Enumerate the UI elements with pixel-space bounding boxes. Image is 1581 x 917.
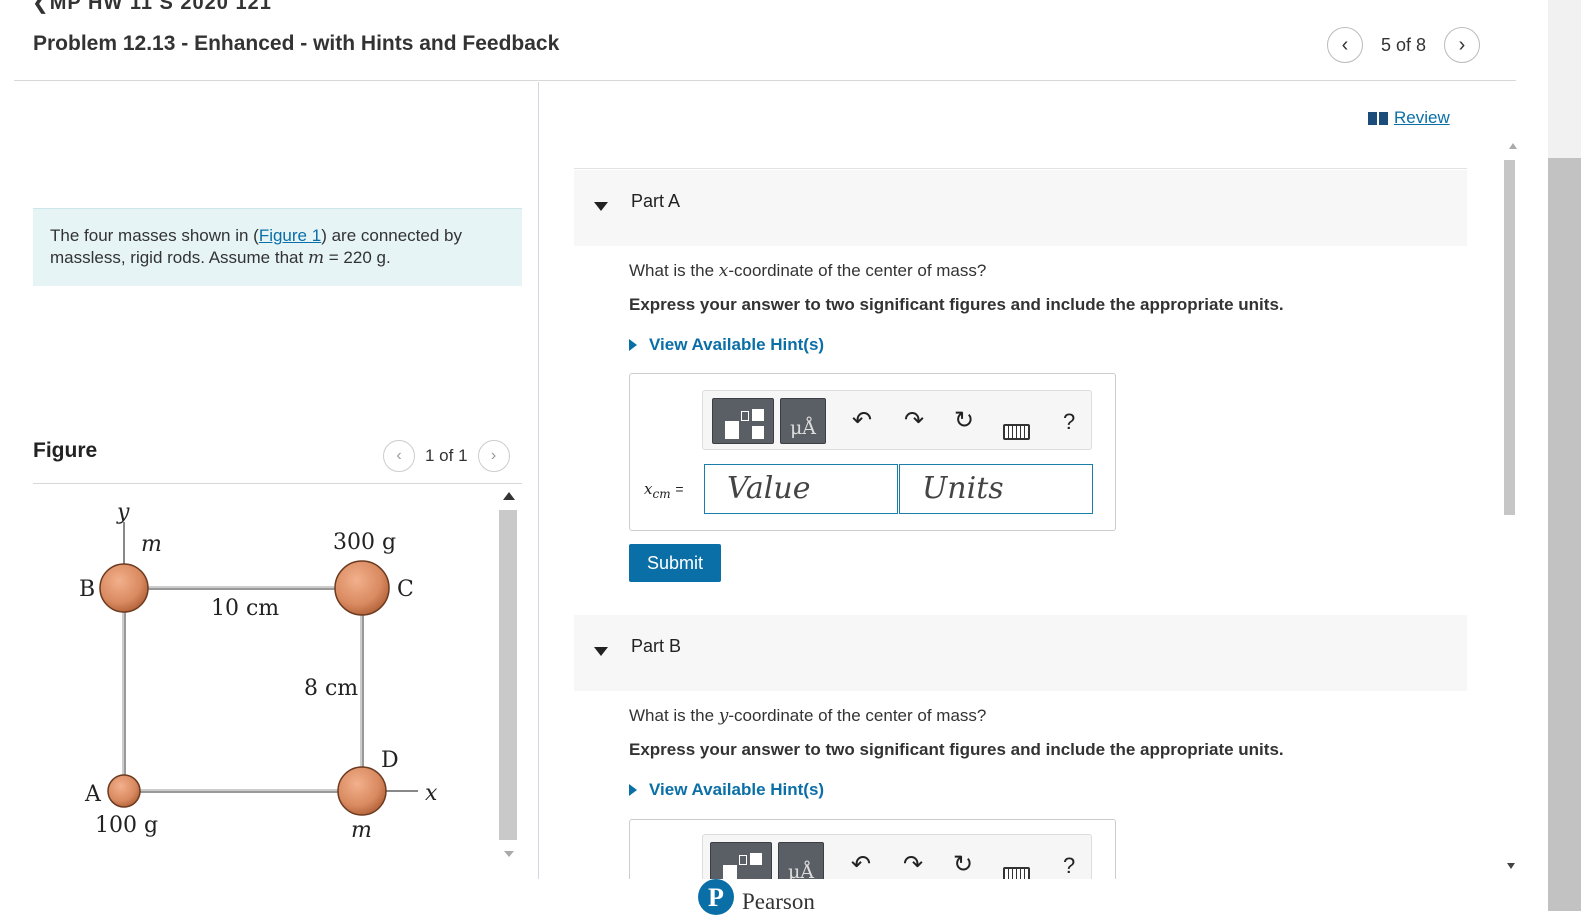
reset-icon[interactable]: ↻ [954, 406, 974, 435]
divider [574, 168, 1467, 169]
question-text: -coordinate of the center of mass? [728, 261, 987, 280]
help-button[interactable]: ? [1063, 409, 1075, 435]
point-label-D: D [381, 748, 399, 773]
mass-D [337, 766, 387, 816]
part-b-hint-toggle[interactable]: View Available Hint(s) [629, 780, 824, 800]
y-axis-label: y [116, 500, 130, 525]
x-axis-label: x [425, 781, 438, 806]
figure-scrollbar[interactable] [497, 486, 521, 869]
redo-icon[interactable]: ↷ [904, 406, 924, 435]
question-var: y [718, 706, 729, 726]
mass-label-m-bottom: m [351, 818, 372, 843]
hint-label: View Available Hint(s) [649, 780, 825, 799]
content-scrollbar[interactable] [1499, 135, 1519, 879]
figure-link[interactable]: Figure 1 [259, 226, 321, 245]
part-a-question: What is the x-coordinate of the center o… [629, 261, 986, 281]
chevron-right-icon: › [1458, 33, 1466, 56]
intro-var: m [307, 248, 325, 268]
mass-label-100g: 100 g [95, 813, 158, 838]
part-b-question: What is the y-coordinate of the center o… [629, 706, 986, 726]
window-scroll-thumb[interactable] [1548, 158, 1581, 911]
scroll-down-arrow-icon[interactable] [504, 851, 514, 857]
var-subscript: cm [652, 487, 671, 501]
mass-label-300g: 300 g [333, 530, 396, 555]
redo-icon[interactable]: ↷ [903, 850, 923, 879]
pearson-brand-text: Pearson [742, 889, 815, 914]
point-label-A: A [84, 782, 102, 807]
chevron-left-icon: ‹ [1341, 33, 1349, 56]
intro-text-1: The four masses shown in ( [50, 226, 259, 245]
review-label: Review [1394, 108, 1450, 127]
caret-down-icon [594, 202, 608, 211]
templates-button[interactable] [712, 398, 774, 444]
part-a-hint-toggle[interactable]: View Available Hint(s) [629, 335, 824, 355]
part-b-instruction: Express your answer to two significant f… [629, 740, 1284, 759]
reset-icon[interactable]: ↻ [953, 850, 973, 879]
mass-B [99, 563, 149, 613]
undo-icon[interactable]: ↶ [852, 406, 872, 435]
mass-label-m-top: m [141, 532, 162, 557]
mass-A [107, 774, 141, 808]
figure-prev-button[interactable]: ‹ [383, 440, 415, 472]
figure-title: Figure [33, 439, 98, 462]
left-pane: The four masses shown in (Figure 1) are … [14, 82, 539, 879]
caret-right-icon [629, 339, 637, 351]
width-label: 10 cm [211, 596, 279, 621]
units-button[interactable]: μÅ [780, 398, 826, 444]
mass-system-figure: y m 300 g B C 10 cm 8 cm D A x 100 g m [79, 500, 438, 843]
figure-scroll-thumb[interactable] [499, 510, 517, 840]
chevron-left-icon: ‹ [396, 447, 402, 464]
intro-value: = 220 g. [324, 248, 391, 267]
window-scrollbar[interactable] [1548, 0, 1581, 911]
part-a-header[interactable]: Part A [574, 170, 1467, 246]
undo-icon[interactable]: ↶ [851, 850, 871, 879]
next-problem-button[interactable]: › [1444, 27, 1480, 63]
problem-intro: The four masses shown in (Figure 1) are … [33, 208, 522, 286]
chevron-right-icon: › [490, 447, 497, 464]
units-symbol: μÅ [789, 417, 817, 439]
point-label-C: C [397, 577, 414, 602]
caret-down-icon [594, 647, 608, 656]
question-text: -coordinate of the center of mass? [728, 706, 987, 725]
help-button[interactable]: ? [1063, 853, 1075, 879]
prev-problem-button[interactable]: ‹ [1326, 27, 1363, 63]
value-input[interactable]: Value [704, 464, 898, 514]
part-a-instruction: Express your answer to two significant f… [629, 295, 1284, 314]
figure-pager: ‹ 1 of 1 › [383, 440, 510, 472]
problem-pager: ‹ 5 of 8 › [1326, 27, 1480, 63]
math-toolbar: μÅ ↶ ↷ ↻ ? [702, 390, 1092, 450]
book-icon [1368, 111, 1388, 125]
header-bar: Problem 12.13 - Enhanced - with Hints an… [14, 0, 1516, 81]
point-label-B: B [79, 577, 95, 602]
part-b-label: Part B [631, 636, 682, 656]
part-a-answer-box: μÅ ↶ ↷ ↻ ? xcm = Value Units [629, 373, 1116, 531]
height-label: 8 cm [304, 676, 358, 701]
figure-pager-text: 1 of 1 [425, 446, 468, 465]
scroll-down-arrow-icon[interactable] [1507, 863, 1515, 869]
pager-text: 5 of 8 [1380, 34, 1426, 55]
scroll-up-arrow-icon[interactable] [503, 492, 515, 500]
units-input[interactable]: Units [899, 464, 1093, 514]
review-link[interactable]: Review [1368, 108, 1450, 128]
question-var: x [718, 261, 729, 281]
page-title: Problem 12.13 - Enhanced - with Hints an… [33, 32, 560, 55]
figure-next-button[interactable]: › [477, 440, 510, 472]
question-text: What is the [629, 261, 719, 280]
part-a-label: Part A [631, 191, 681, 211]
divider [33, 483, 522, 484]
content-scroll-thumb[interactable] [1504, 160, 1515, 515]
question-text: What is the [629, 706, 719, 725]
hint-label: View Available Hint(s) [649, 335, 825, 354]
part-b-header[interactable]: Part B [574, 615, 1467, 691]
keyboard-icon[interactable] [1003, 424, 1030, 440]
scroll-up-arrow-icon[interactable] [1509, 143, 1517, 149]
rods [122, 522, 418, 793]
right-pane: Review Part A What is the x-coordinate o… [540, 82, 1516, 899]
answer-variable-label: xcm = [644, 480, 684, 501]
caret-right-icon [629, 784, 637, 796]
pearson-logo-icon: P [698, 879, 734, 915]
pearson-logo: P Pearson [698, 879, 815, 915]
submit-button[interactable]: Submit [629, 544, 721, 582]
mass-C [334, 560, 390, 616]
